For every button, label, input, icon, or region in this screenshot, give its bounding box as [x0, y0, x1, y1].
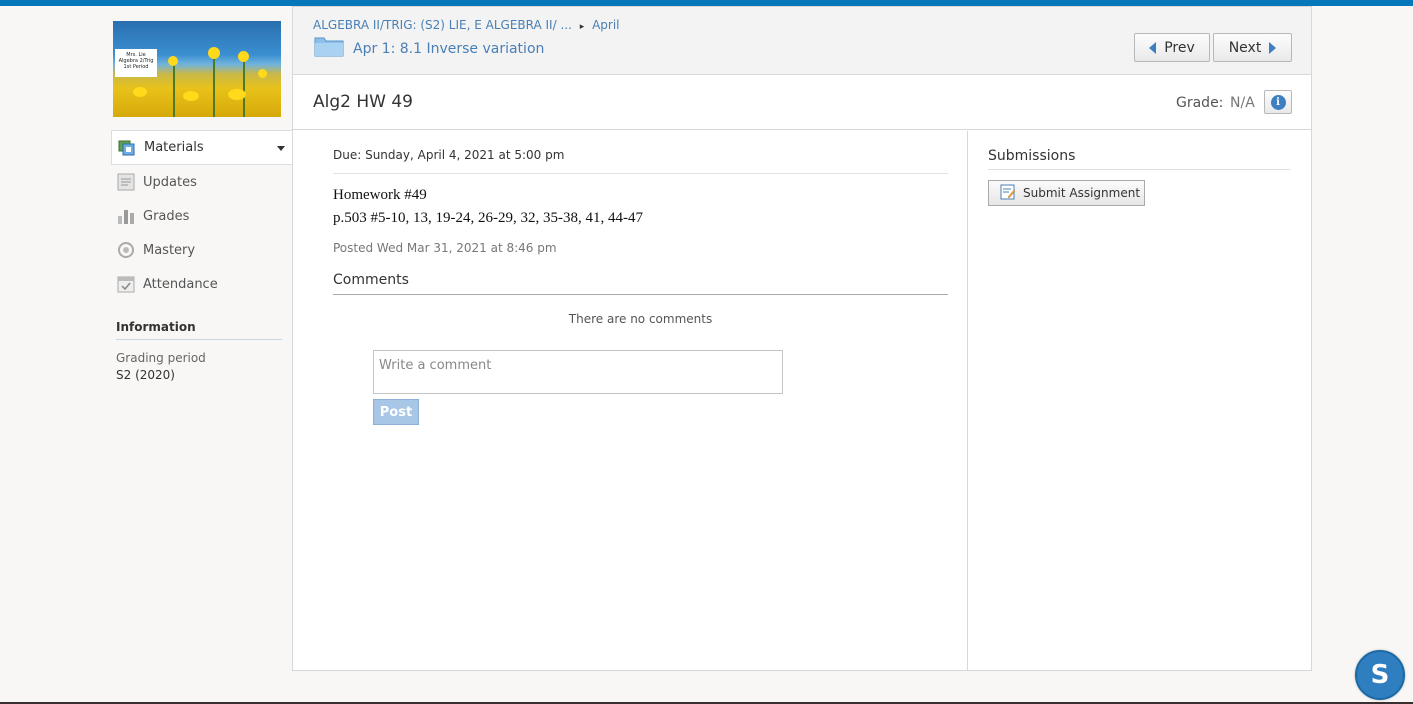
flower — [228, 89, 246, 100]
assignment-body-line: Homework #49 — [333, 187, 427, 203]
posted-timestamp: Posted Wed Mar 31, 2021 at 8:46 pm — [333, 241, 557, 255]
grade-label: Grade: — [1176, 95, 1224, 111]
flower-stem — [243, 56, 245, 117]
sidebar-item-label: Mastery — [143, 242, 196, 258]
submit-assignment-label: Submit Assignment — [1023, 186, 1141, 200]
flower-stem — [173, 61, 175, 117]
grading-period-label: Grading period — [116, 351, 206, 365]
breadcrumb-separator-icon: ▸ — [579, 22, 585, 32]
arrow-left-icon — [1149, 41, 1157, 54]
information-heading: Information — [116, 320, 282, 340]
prev-button-label: Prev — [1164, 39, 1195, 56]
grade-info-button[interactable]: i — [1264, 90, 1292, 114]
info-icon: i — [1270, 94, 1286, 110]
breadcrumb-folder-link[interactable]: April — [592, 18, 619, 32]
submit-assignment-button[interactable]: Submit Assignment — [988, 180, 1145, 206]
assignment-content: Due: Sunday, April 4, 2021 at 5:00 pm Ho… — [293, 131, 968, 671]
course-image-label: Mrs. Lie Algebra 2/Trig 1st Period — [115, 49, 157, 77]
flower — [238, 51, 249, 62]
no-comments-message: There are no comments — [568, 312, 713, 326]
course-nav: Materials Updates Grades Mastery Attenda… — [111, 130, 293, 301]
sidebar-item-label: Updates — [143, 174, 197, 190]
flower — [208, 47, 220, 59]
submissions-panel: Submissions Submit Assignment — [969, 131, 1311, 671]
grades-icon — [117, 207, 135, 225]
updates-icon — [117, 173, 135, 191]
prev-button[interactable]: Prev — [1134, 33, 1210, 62]
main-panel: ALGEBRA II/TRIG: (S2) LIE, E ALGEBRA II/… — [292, 6, 1312, 671]
breadcrumb: ALGEBRA II/TRIG: (S2) LIE, E ALGEBRA II/… — [313, 18, 620, 32]
course-label-line: 1st Period — [123, 64, 149, 70]
sidebar-item-mastery[interactable]: Mastery — [111, 233, 293, 267]
chevron-down-icon[interactable] — [277, 146, 285, 151]
flower — [133, 87, 147, 97]
folder-icon — [314, 35, 344, 57]
sidebar-item-label: Materials — [144, 140, 204, 155]
arrow-right-icon — [1269, 41, 1277, 54]
materials-icon — [118, 139, 136, 157]
next-button[interactable]: Next — [1213, 33, 1292, 62]
flower — [168, 56, 178, 66]
course-image[interactable]: Mrs. Lie Algebra 2/Trig 1st Period — [113, 21, 281, 117]
schoology-logo-button[interactable]: S — [1355, 650, 1405, 700]
submissions-heading: Submissions — [988, 148, 1290, 170]
sidebar-item-label: Grades — [143, 208, 190, 224]
assignment-body-line: p.503 #5-10, 13, 19-24, 26-29, 32, 35-38… — [333, 210, 643, 226]
comments-heading: Comments — [333, 272, 948, 295]
flower-stem — [213, 51, 215, 117]
mastery-icon — [117, 241, 135, 259]
attendance-icon — [117, 275, 135, 293]
flower — [258, 69, 267, 78]
grade-value: N/A — [1230, 95, 1255, 111]
sidebar-item-grades[interactable]: Grades — [111, 199, 293, 233]
grading-period-value: S2 (2020) — [116, 368, 175, 382]
header-bar: ALGEBRA II/TRIG: (S2) LIE, E ALGEBRA II/… — [293, 7, 1311, 75]
sidebar-item-attendance[interactable]: Attendance — [111, 267, 293, 301]
submit-assignment-icon — [1000, 184, 1016, 203]
post-comment-button[interactable]: Post — [373, 399, 419, 425]
sidebar-item-materials[interactable]: Materials — [111, 130, 293, 165]
page-title: Alg2 HW 49 — [313, 92, 413, 112]
next-button-label: Next — [1228, 39, 1262, 56]
flower — [183, 91, 199, 101]
sidebar-item-label: Attendance — [143, 276, 218, 292]
sidebar-item-updates[interactable]: Updates — [111, 165, 293, 199]
folder-title[interactable]: Apr 1: 8.1 Inverse variation — [353, 41, 544, 57]
assignment-title-bar: Alg2 HW 49 Grade: N/A i — [293, 75, 1311, 130]
divider — [333, 173, 948, 174]
breadcrumb-course-link[interactable]: ALGEBRA II/TRIG: (S2) LIE, E ALGEBRA II/… — [313, 18, 572, 32]
comment-input[interactable]: Write a comment — [373, 350, 783, 394]
due-date: Due: Sunday, April 4, 2021 at 5:00 pm — [333, 148, 565, 162]
